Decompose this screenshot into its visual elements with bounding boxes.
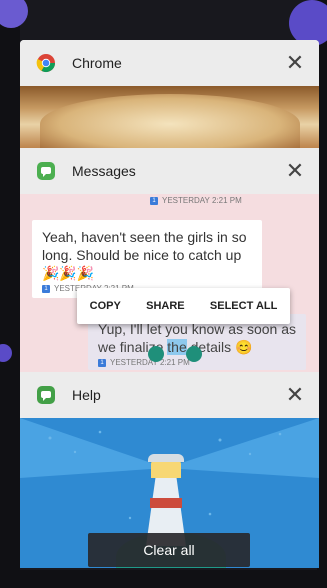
app-title: Chrome [72, 55, 122, 71]
text-selection-menu: COPY SHARE SELECT ALL [77, 288, 290, 324]
selection-handle-end[interactable] [186, 346, 202, 362]
incoming-message[interactable]: Yeah, haven't seen the girls in so long.… [32, 220, 262, 298]
lighthouse-band [150, 498, 182, 508]
timestamp-text: YESTERDAY 2:21 PM [162, 196, 242, 205]
sim-icon: 1 [150, 196, 158, 205]
lighthouse-lamp [151, 460, 181, 478]
close-icon[interactable]: ✕ [283, 383, 307, 408]
copy-button[interactable]: COPY [90, 300, 121, 312]
share-button[interactable]: SHARE [146, 300, 185, 312]
message-text: Yeah, haven't seen the girls in so long.… [42, 229, 247, 281]
sim-icon: 1 [42, 284, 50, 293]
messages-bubble-icon [36, 161, 56, 181]
recent-card-chrome[interactable]: Chrome ✕ [20, 40, 319, 150]
card-header[interactable]: Help ✕ [20, 372, 319, 418]
chrome-logo-icon [36, 53, 56, 73]
conversation-preview: 1 YESTERDAY 2:21 PM Yeah, haven't seen t… [20, 194, 319, 373]
recent-card-messages[interactable]: Messages ✕ 1 YESTERDAY 2:21 PM Yeah, hav… [20, 148, 319, 373]
card-header[interactable]: Chrome ✕ [20, 40, 319, 86]
app-title: Messages [72, 163, 136, 179]
app-title: Help [72, 387, 101, 403]
help-bubble-icon [36, 385, 56, 405]
food-bowl-image [40, 94, 300, 150]
close-icon[interactable]: ✕ [283, 159, 307, 184]
card-header[interactable]: Messages ✕ [20, 148, 319, 194]
select-all-button[interactable]: SELECT ALL [210, 300, 277, 312]
selected-text[interactable]: the [167, 339, 187, 355]
screen-frame-bottom [0, 570, 327, 588]
message-timestamp: 1 YESTERDAY 2:21 PM [150, 196, 242, 205]
close-icon[interactable]: ✕ [283, 51, 307, 76]
lighthouse-cap [148, 454, 184, 462]
app-preview [20, 86, 319, 150]
screen-frame-left [0, 0, 20, 588]
selection-handle-start[interactable] [148, 346, 164, 362]
clear-all-button[interactable]: Clear all [88, 533, 250, 567]
sim-icon: 1 [98, 358, 106, 367]
